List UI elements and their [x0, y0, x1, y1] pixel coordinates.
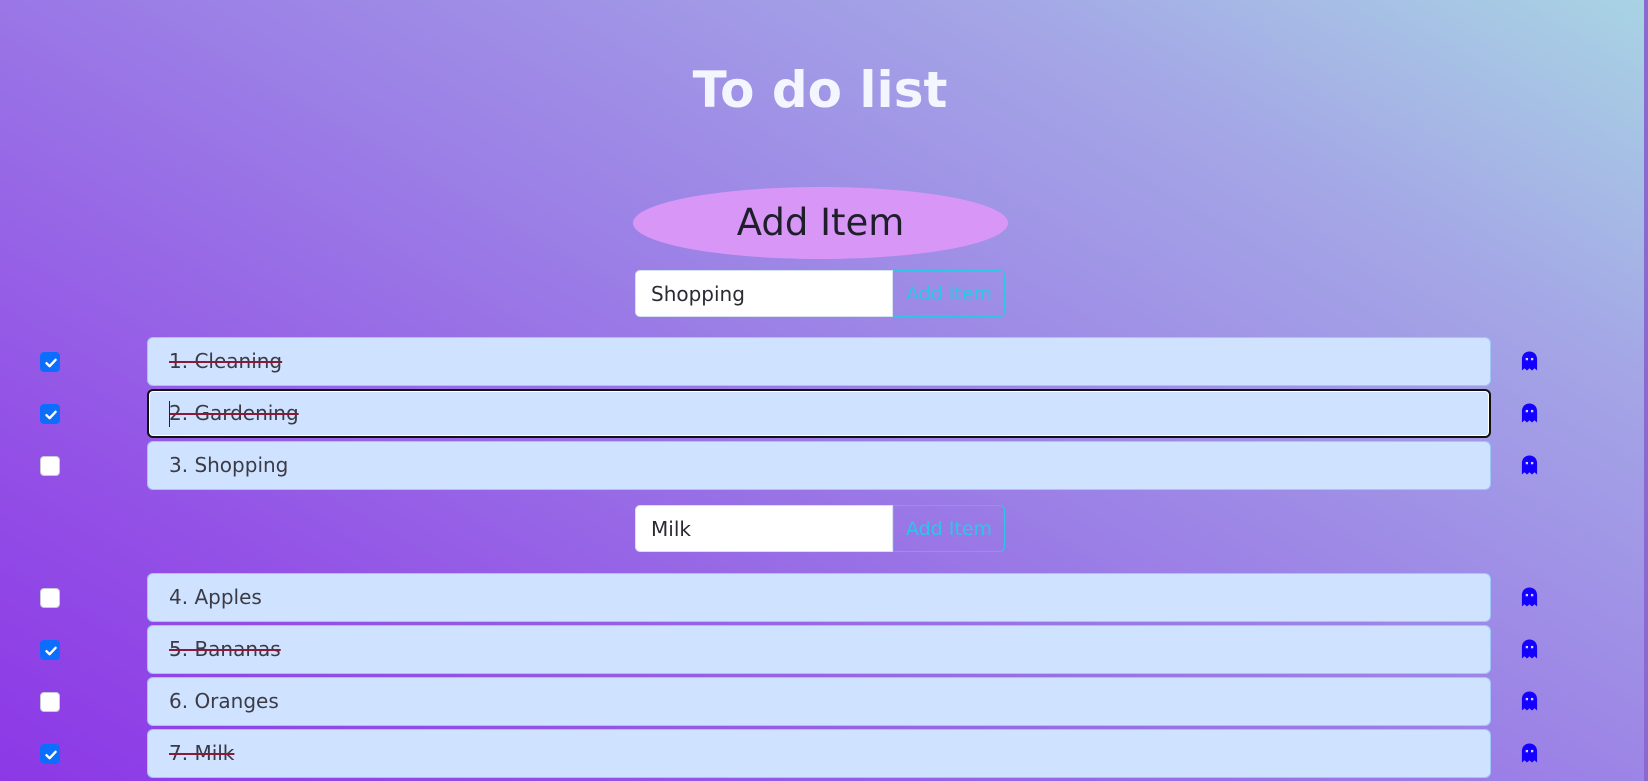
add-item-form-milk: Add Item	[635, 505, 1005, 552]
ghost-icon[interactable]	[1521, 639, 1538, 659]
ghost-icon[interactable]	[1521, 691, 1538, 711]
ghost-icon[interactable]	[1521, 351, 1538, 371]
item-text[interactable]: 3. Shopping	[147, 441, 1491, 490]
add-item-button[interactable]: Add Item	[893, 505, 1005, 552]
ghost-icon[interactable]	[1521, 743, 1538, 763]
ghost-icon[interactable]	[1521, 455, 1538, 475]
list-item: 5. Bananas	[0, 624, 1648, 676]
item-text[interactable]: 2. Gardening	[147, 389, 1491, 438]
list-item: 3. Shopping	[0, 440, 1648, 492]
text-cursor	[169, 400, 170, 427]
ghost-icon[interactable]	[1521, 587, 1538, 607]
item-checkbox[interactable]	[40, 640, 60, 660]
item-checkbox[interactable]	[40, 744, 60, 764]
add-item-heading: Add Item	[633, 187, 1008, 259]
add-item-button[interactable]: Add Item	[893, 270, 1005, 317]
item-checkbox[interactable]	[40, 456, 60, 476]
list-item: 2. Gardening	[0, 388, 1648, 440]
item-checkbox[interactable]	[40, 404, 60, 424]
item-text[interactable]: 6. Oranges	[147, 677, 1491, 726]
list-item: 4. Apples	[0, 572, 1648, 624]
item-text[interactable]: 5. Bananas	[147, 625, 1491, 674]
ghost-icon[interactable]	[1521, 403, 1538, 423]
item-checkbox[interactable]	[40, 352, 60, 372]
item-input[interactable]	[635, 270, 893, 317]
list-item: 6. Oranges	[0, 676, 1648, 728]
item-checkbox[interactable]	[40, 588, 60, 608]
item-text[interactable]: 1. Cleaning	[147, 337, 1491, 386]
item-text[interactable]: 7. Milk	[147, 729, 1491, 778]
item-input[interactable]	[635, 505, 893, 552]
item-text[interactable]: 4. Apples	[147, 573, 1491, 622]
item-checkbox[interactable]	[40, 692, 60, 712]
list-item: 7. Milk	[0, 728, 1648, 780]
add-item-form-shopping: Add Item	[635, 270, 1005, 317]
list-item: 1. Cleaning	[0, 336, 1648, 388]
page-title: To do list	[692, 61, 948, 119]
